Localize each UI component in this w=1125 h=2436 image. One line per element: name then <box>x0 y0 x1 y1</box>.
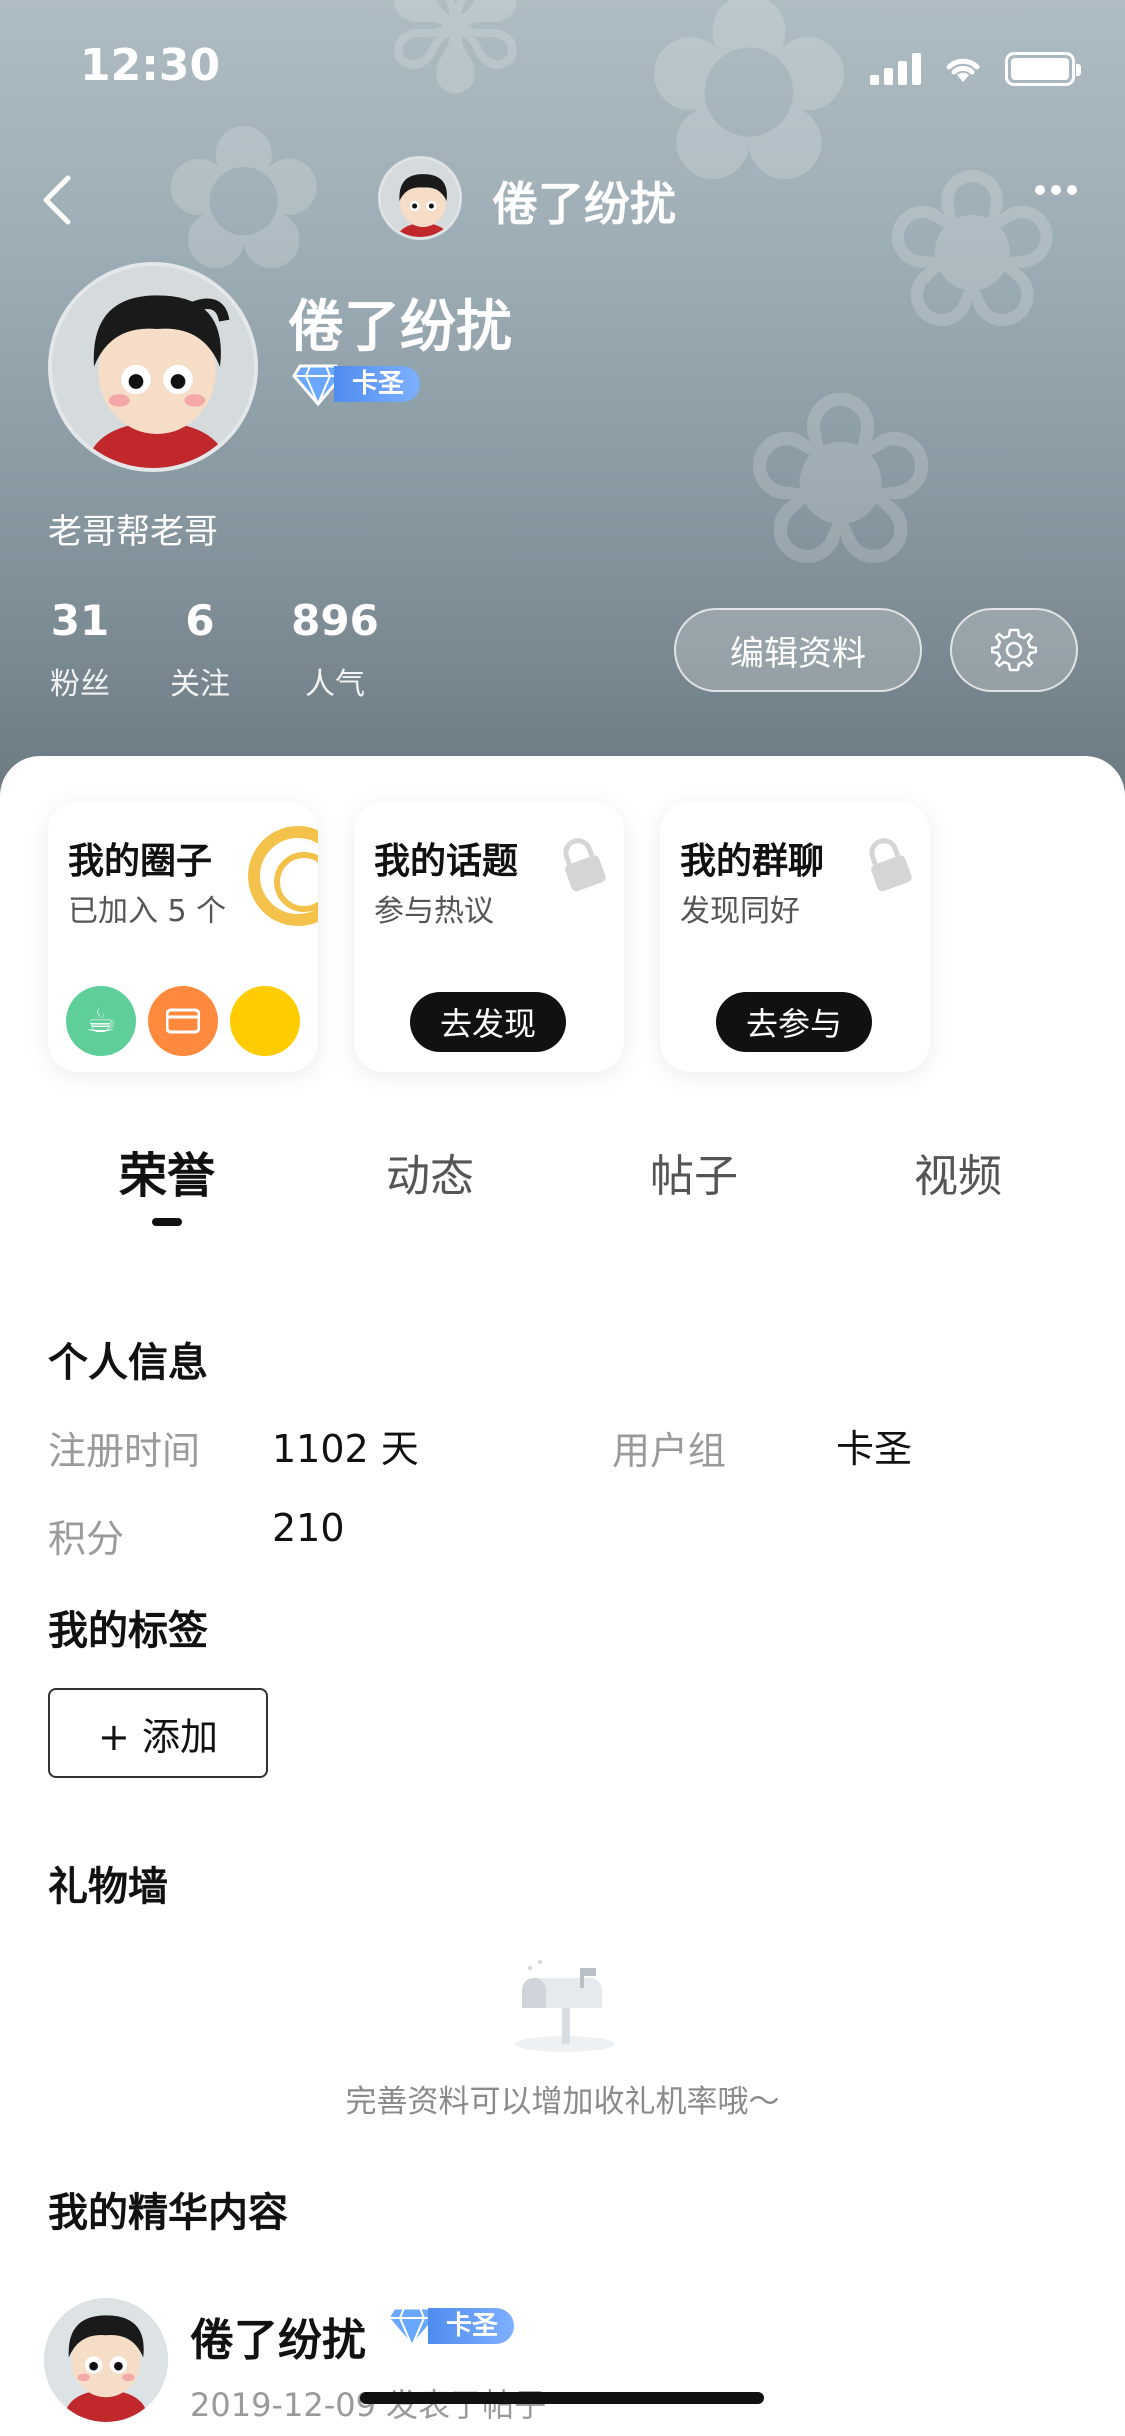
points-label: 积分 <box>48 1517 125 1561</box>
stat-value: 31 <box>50 596 110 645</box>
signal-icon <box>870 53 921 85</box>
card-title: 我的话题 <box>374 841 519 882</box>
flower-decoration: ❀ <box>740 340 942 620</box>
profile-tabs: 荣誉 动态 帖子 视频 <box>0 1136 1125 1246</box>
my-tags-title: 我的标签 <box>48 1608 208 1654</box>
my-groups-card[interactable]: 我的群聊 发现同好 去参与 <box>660 802 930 1072</box>
lock-icon <box>869 838 912 892</box>
stat-popularity[interactable]: 896 人气 <box>290 596 380 703</box>
personal-info-title: 个人信息 <box>48 1340 208 1386</box>
mailbox-icon <box>515 1960 615 2052</box>
card-subtitle: 发现同好 <box>680 894 800 929</box>
circle-ring-icon <box>248 826 318 926</box>
card-subtitle: 已加入 5 个 <box>68 894 227 929</box>
nav-bar: 倦了纷扰 <box>0 150 1125 250</box>
post-author-name[interactable]: 倦了纷扰 <box>190 2304 366 2368</box>
my-circles-card[interactable]: 我的圈子 已加入 5 个 ☕ <box>48 802 318 1072</box>
lock-icon <box>563 838 606 892</box>
profile-bio: 老哥帮老哥 <box>48 512 218 552</box>
featured-content-title: 我的精华内容 <box>48 2190 288 2236</box>
post-badge-label: 卡圣 <box>428 2308 515 2344</box>
settings-button[interactable] <box>950 608 1078 692</box>
coffee-icon: ☕ <box>66 986 136 1056</box>
stat-value: 6 <box>185 596 215 645</box>
user-group-value: 卡圣 <box>836 1427 913 1471</box>
profile-avatar[interactable] <box>48 262 258 472</box>
nav-title: 倦了纷扰 <box>492 177 676 231</box>
home-indicator <box>360 2392 764 2404</box>
card-icon <box>148 986 218 1056</box>
active-tab-indicator <box>152 1218 182 1226</box>
back-arrow-icon[interactable] <box>30 170 90 230</box>
card-title: 我的圈子 <box>68 841 213 882</box>
nav-avatar <box>378 156 462 240</box>
gift-wall-title: 礼物墙 <box>48 1864 168 1910</box>
profile-content-sheet: 我的圈子 已加入 5 个 ☕ 我的话题 参与热议 去发现 我的群聊 发现同好 去… <box>0 756 1125 2436</box>
battery-icon <box>1005 52 1081 86</box>
user-group-label: 用户组 <box>612 1429 727 1473</box>
status-icons <box>870 52 1081 86</box>
register-time-label: 注册时间 <box>48 1429 201 1473</box>
status-time: 12:30 <box>80 40 221 91</box>
status-bar: 12:30 <box>0 0 1125 130</box>
card-title: 我的群聊 <box>680 841 825 882</box>
tab-videos[interactable]: 视频 <box>878 1140 1038 1204</box>
card-subtitle: 参与热议 <box>374 894 494 929</box>
my-topics-card[interactable]: 我的话题 参与热议 去发现 <box>354 802 624 1072</box>
stat-fans[interactable]: 31 粉丝 <box>48 596 112 703</box>
wifi-icon <box>946 58 980 82</box>
tab-activity[interactable]: 动态 <box>350 1140 510 1204</box>
post-level-badge: 卡圣 <box>386 2304 515 2348</box>
stat-label: 关注 <box>170 667 230 702</box>
points-value: 210 <box>272 1506 345 1550</box>
add-tag-button[interactable]: + 添加 <box>48 1688 268 1778</box>
tab-honor[interactable]: 荣誉 <box>87 1136 247 1206</box>
more-icon[interactable] <box>1035 180 1095 220</box>
level-badge-label: 卡圣 <box>334 366 421 402</box>
gear-icon <box>991 628 1037 672</box>
stat-label: 粉丝 <box>50 667 110 702</box>
post-author-avatar[interactable] <box>44 2298 168 2422</box>
edit-profile-button[interactable]: 编辑资料 <box>674 608 922 692</box>
feature-cards: 我的圈子 已加入 5 个 ☕ 我的话题 参与热议 去发现 我的群聊 发现同好 去… <box>48 802 930 1072</box>
tab-posts[interactable]: 帖子 <box>614 1140 774 1204</box>
chat-bubble-icon <box>230 986 300 1056</box>
discover-button[interactable]: 去发现 <box>410 992 566 1052</box>
gift-wall-empty-text: 完善资料可以增加收礼机率哦～ <box>345 2084 780 2120</box>
register-time-value: 1102 天 <box>272 1427 419 1471</box>
profile-name: 倦了纷扰 <box>288 295 512 360</box>
level-badge: 卡圣 <box>292 362 421 406</box>
stat-value: 896 <box>291 596 379 645</box>
stat-following[interactable]: 6 关注 <box>168 596 232 703</box>
join-button[interactable]: 去参与 <box>716 992 872 1052</box>
stat-label: 人气 <box>305 667 365 702</box>
